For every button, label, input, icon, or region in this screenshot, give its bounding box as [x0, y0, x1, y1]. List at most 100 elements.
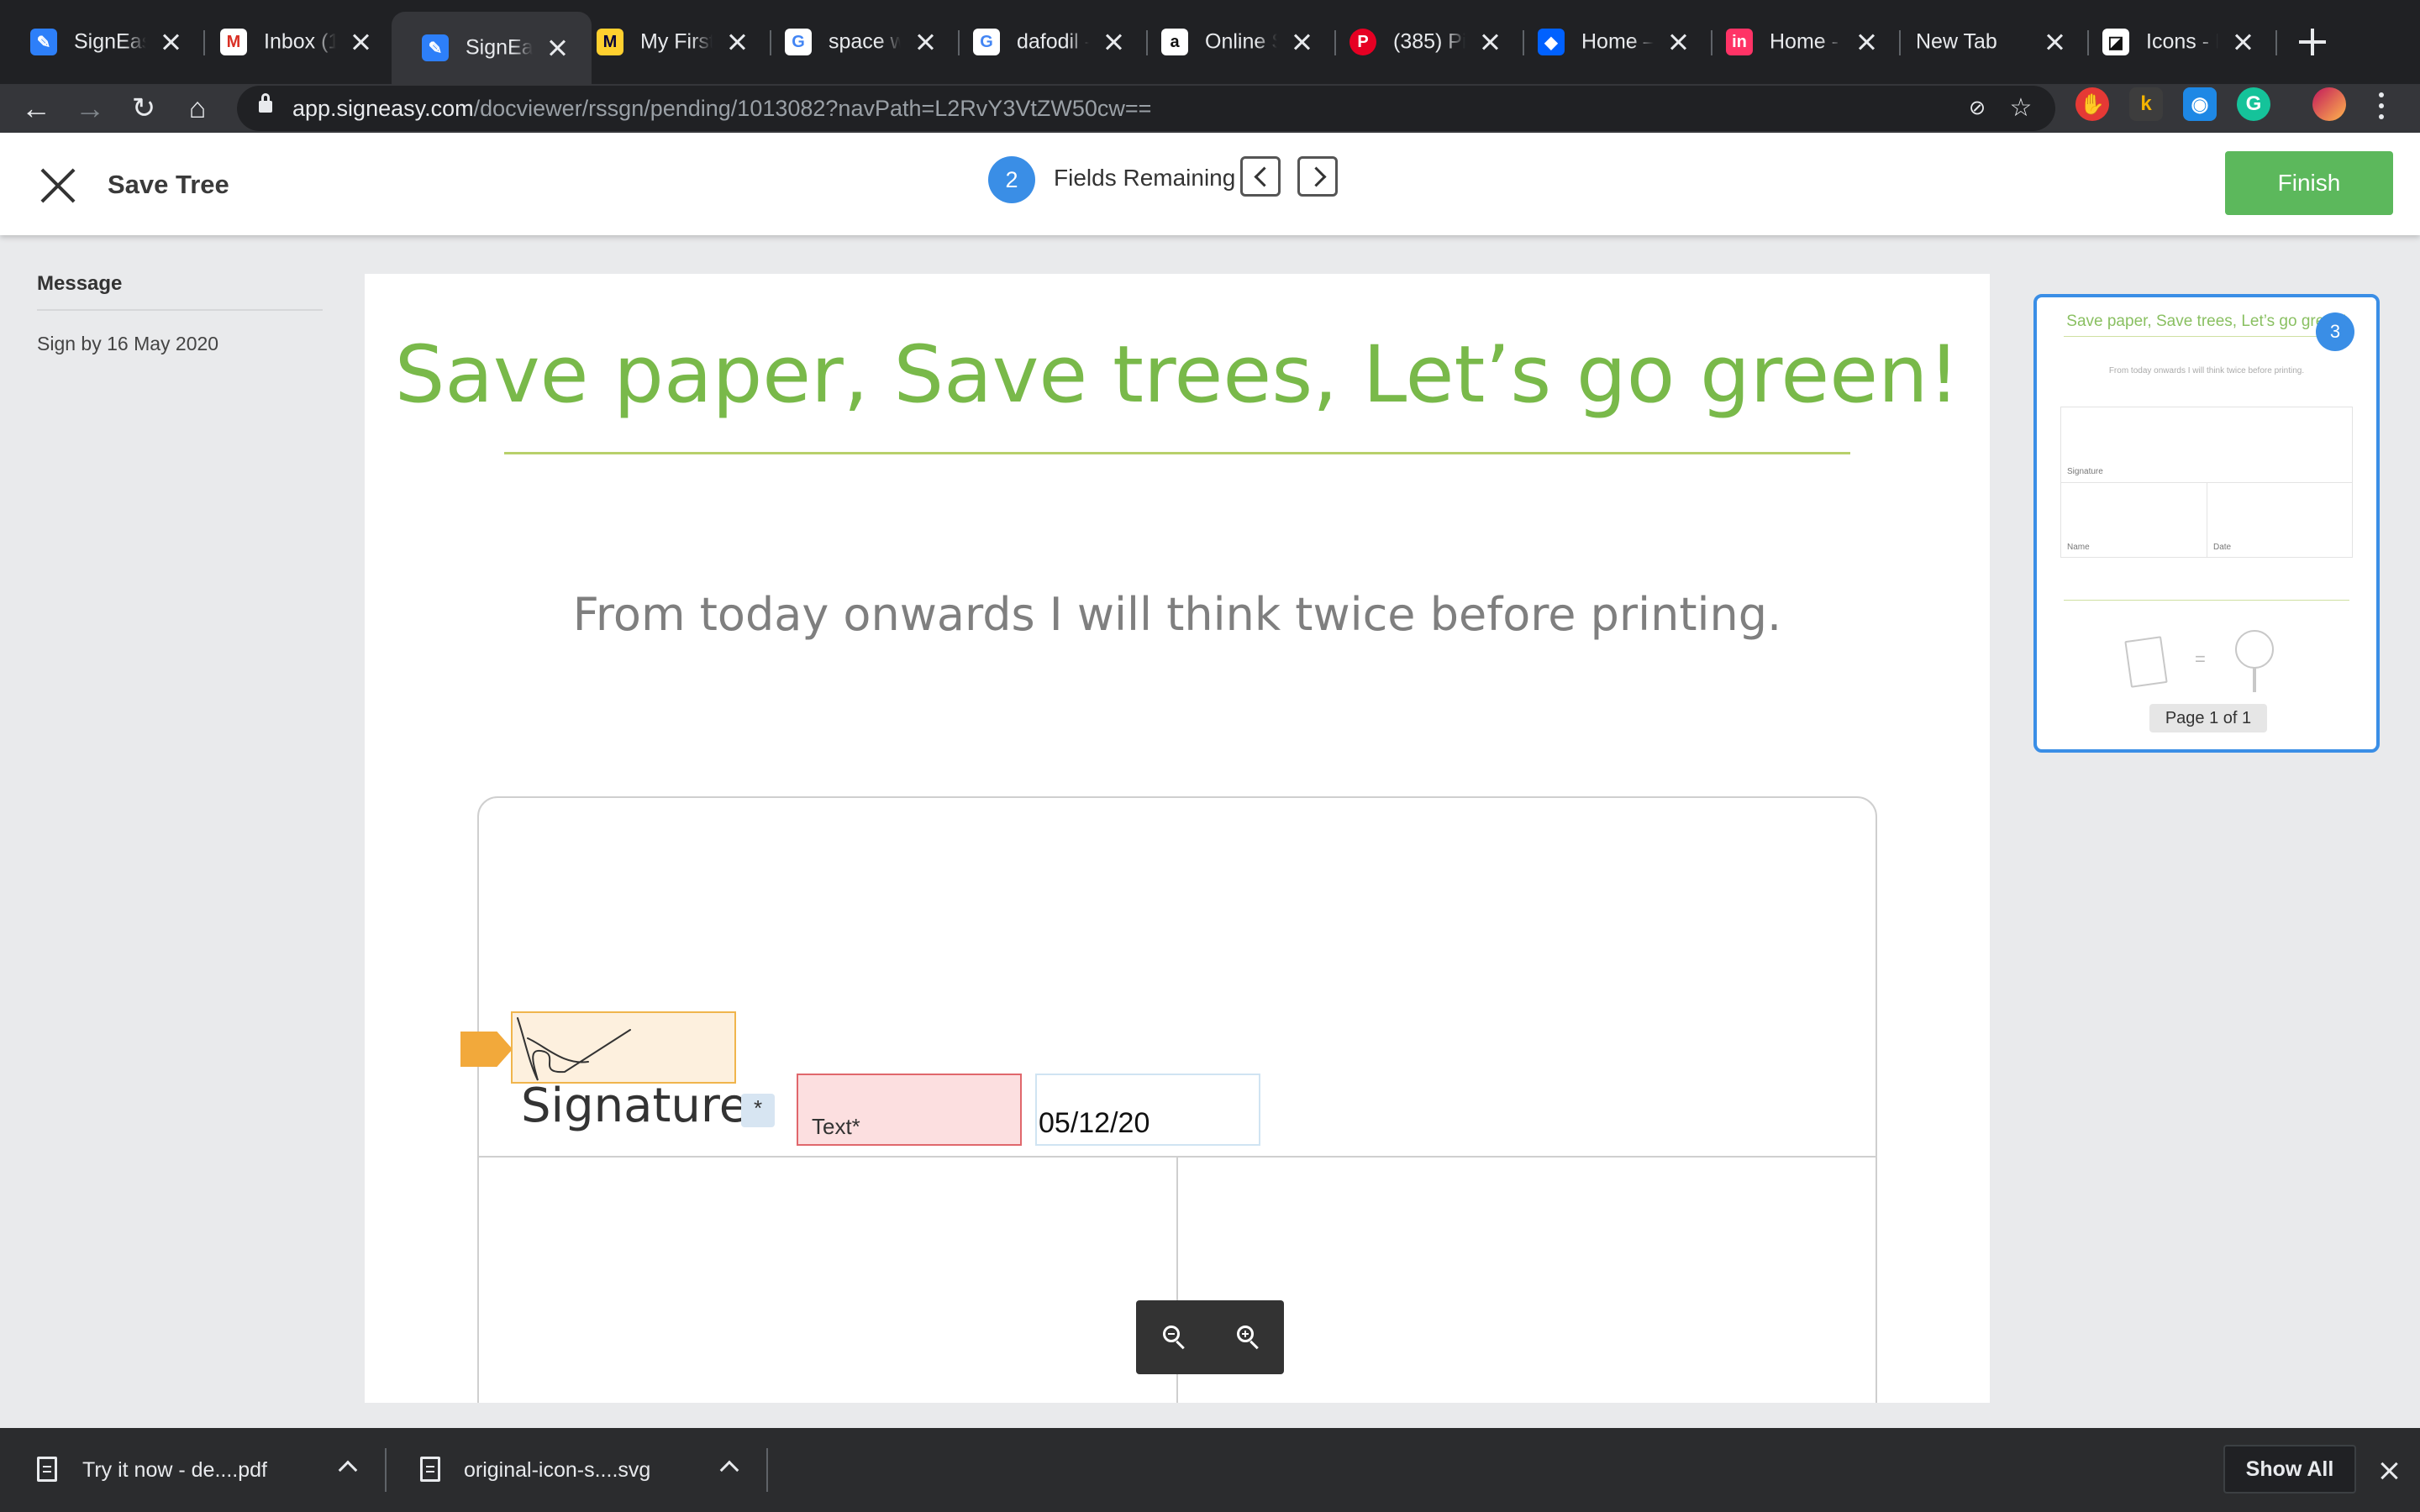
chevron-up-icon[interactable] [719, 1460, 739, 1480]
tab-title: (385) Pinterest [1393, 29, 1465, 54]
close-icon[interactable] [39, 166, 77, 205]
profile-avatar[interactable] [2312, 87, 2346, 121]
google-icon: G [973, 29, 1000, 55]
show-all-downloads-button[interactable]: Show All [2223, 1445, 2356, 1494]
divider [2064, 336, 2349, 337]
tab-title: Home – Dropbox [1581, 29, 1654, 54]
close-tab-icon[interactable] [726, 31, 748, 53]
equals-icon: = [2195, 648, 2206, 669]
paper-stack-icon [2124, 636, 2168, 688]
noun-project-icon: ◪ [2102, 29, 2129, 55]
close-tab-icon[interactable] [2044, 31, 2065, 53]
next-field-button[interactable] [1297, 156, 1338, 197]
browser-tab[interactable]: G space wallpaper [755, 13, 960, 71]
zoom-controls [1136, 1300, 1284, 1374]
extension-stop-icon[interactable]: ✋ [2075, 87, 2109, 121]
document-page: Save paper, Save trees, Let’s go green! … [365, 274, 1990, 1403]
tab-title: Online Shopping [1205, 29, 1277, 54]
tab-title: My First Board [640, 29, 713, 54]
close-tab-icon[interactable] [160, 31, 182, 53]
close-tab-icon[interactable] [1291, 31, 1313, 53]
document-headline: Save paper, Save trees, Let’s go green! [394, 329, 1960, 421]
required-marker: * [741, 1094, 775, 1127]
thumbnail-signature-label: Signature [2067, 467, 2103, 476]
close-tab-icon[interactable] [914, 31, 936, 53]
tracking-blocked-icon[interactable]: ⊘ [1963, 94, 1991, 123]
browser-tab[interactable]: ◆ Home – Dropbox [1507, 13, 1712, 71]
amazon-icon: a [1161, 29, 1188, 55]
grammarly-icon[interactable]: G [2237, 87, 2270, 121]
divider [504, 452, 1850, 454]
document-file-icon [37, 1457, 57, 1482]
close-tab-icon[interactable] [1667, 31, 1689, 53]
browser-tab-strip: ✎ SignEasy | Sign documents M Inbox (14)… [0, 0, 2420, 84]
reload-icon[interactable]: ↻ [123, 87, 165, 129]
forward-arrow-icon[interactable]: → [69, 87, 111, 129]
finish-button[interactable]: Finish [2225, 151, 2393, 215]
extension-k-icon[interactable]: k [2129, 87, 2163, 121]
document-file-icon [420, 1457, 440, 1482]
tab-title: SignEasy | Sign documents [466, 35, 533, 60]
bookmark-star-icon[interactable]: ☆ [2007, 94, 2035, 123]
download-shelf: Try it now - de....pdf original-icon-s..… [0, 1428, 2420, 1512]
browser-tab[interactable]: in Home - InVision [1696, 13, 1901, 71]
page-thumbnail[interactable]: Save paper, Save trees, Let’s go green! … [2033, 294, 2380, 753]
download-file-name: original-icon-s....svg [464, 1457, 651, 1482]
browser-tab[interactable]: a Online Shopping [1131, 13, 1336, 71]
fields-remaining-count: 2 [988, 156, 1035, 203]
browser-tab[interactable]: New Tab [1884, 13, 2089, 71]
lock-icon [259, 93, 272, 113]
thumbnail-pledge-text: From today onwards I will think twice be… [2108, 366, 2305, 375]
invision-icon: in [1726, 29, 1753, 55]
divider [37, 309, 323, 311]
browser-tab[interactable]: G dafodil - Google Search [943, 13, 1148, 71]
browser-tab-active[interactable]: ✎ SignEasy | Sign documents [392, 12, 592, 84]
extension-camera-icon[interactable]: ◉ [2183, 87, 2217, 121]
browser-tab[interactable]: M Inbox (14) [190, 13, 395, 71]
dropbox-icon: ◆ [1538, 29, 1565, 55]
text-field[interactable]: Text* [797, 1074, 1022, 1146]
document-pledge-text: From today onwards I will think twice be… [572, 588, 1782, 641]
close-tab-icon[interactable] [1855, 31, 1877, 53]
new-tab-plus-icon[interactable] [2292, 22, 2333, 62]
signature-label: Signature [521, 1079, 749, 1133]
document-title: Save Tree [108, 170, 229, 199]
tab-title: Inbox (14) [264, 29, 336, 54]
download-item[interactable]: Try it now - de....pdf [0, 1428, 383, 1512]
signature-field[interactable] [511, 1011, 736, 1084]
zoom-in-icon[interactable] [1235, 1324, 1262, 1351]
close-tab-icon[interactable] [2232, 31, 2254, 53]
browser-tab[interactable]: ◪ Icons - Noun Project [2072, 13, 2277, 71]
close-tab-icon[interactable] [546, 37, 568, 59]
browser-toolbar: ← → ↻ ⌂ app.signeasy.com/docviewer/rssgn… [0, 84, 2420, 133]
back-arrow-icon[interactable]: ← [15, 87, 57, 129]
previous-field-button[interactable] [1240, 156, 1281, 197]
close-tab-icon[interactable] [1102, 31, 1124, 53]
browser-menu-icon[interactable] [2371, 89, 2391, 123]
miro-icon: M [597, 29, 623, 55]
close-icon[interactable] [2378, 1460, 2400, 1482]
tree-trunk-icon [2253, 667, 2256, 692]
thumbnail-field-count-badge: 3 [2316, 312, 2354, 351]
close-tab-icon[interactable] [350, 31, 371, 53]
page-indicator: Page 1 of 1 [2149, 704, 2267, 732]
date-field[interactable]: 05/12/20 [1035, 1074, 1260, 1146]
thumbnail-name-label: Name [2067, 543, 2090, 552]
browser-tab[interactable]: M My First Board [566, 13, 771, 71]
signeasy-icon: ✎ [422, 34, 449, 61]
tab-title: dafodil - Google Search [1017, 29, 1089, 54]
close-tab-icon[interactable] [1479, 31, 1501, 53]
google-icon: G [785, 29, 812, 55]
download-item[interactable]: original-icon-s....svg [387, 1428, 766, 1512]
chevron-up-icon[interactable] [338, 1460, 358, 1480]
browser-tab[interactable]: P (385) Pinterest [1319, 13, 1524, 71]
fields-remaining-label: Fields Remaining [1054, 165, 1236, 191]
browser-tab[interactable]: ✎ SignEasy | Sign documents [0, 13, 205, 71]
tab-title: Home - InVision [1770, 29, 1842, 54]
zoom-out-icon[interactable] [1161, 1324, 1188, 1351]
signeasy-icon: ✎ [30, 29, 57, 55]
address-bar[interactable]: app.signeasy.com/docviewer/rssgn/pending… [237, 86, 2055, 131]
tab-title: space wallpaper [829, 29, 901, 54]
divider [766, 1448, 768, 1492]
home-icon[interactable]: ⌂ [176, 87, 218, 129]
